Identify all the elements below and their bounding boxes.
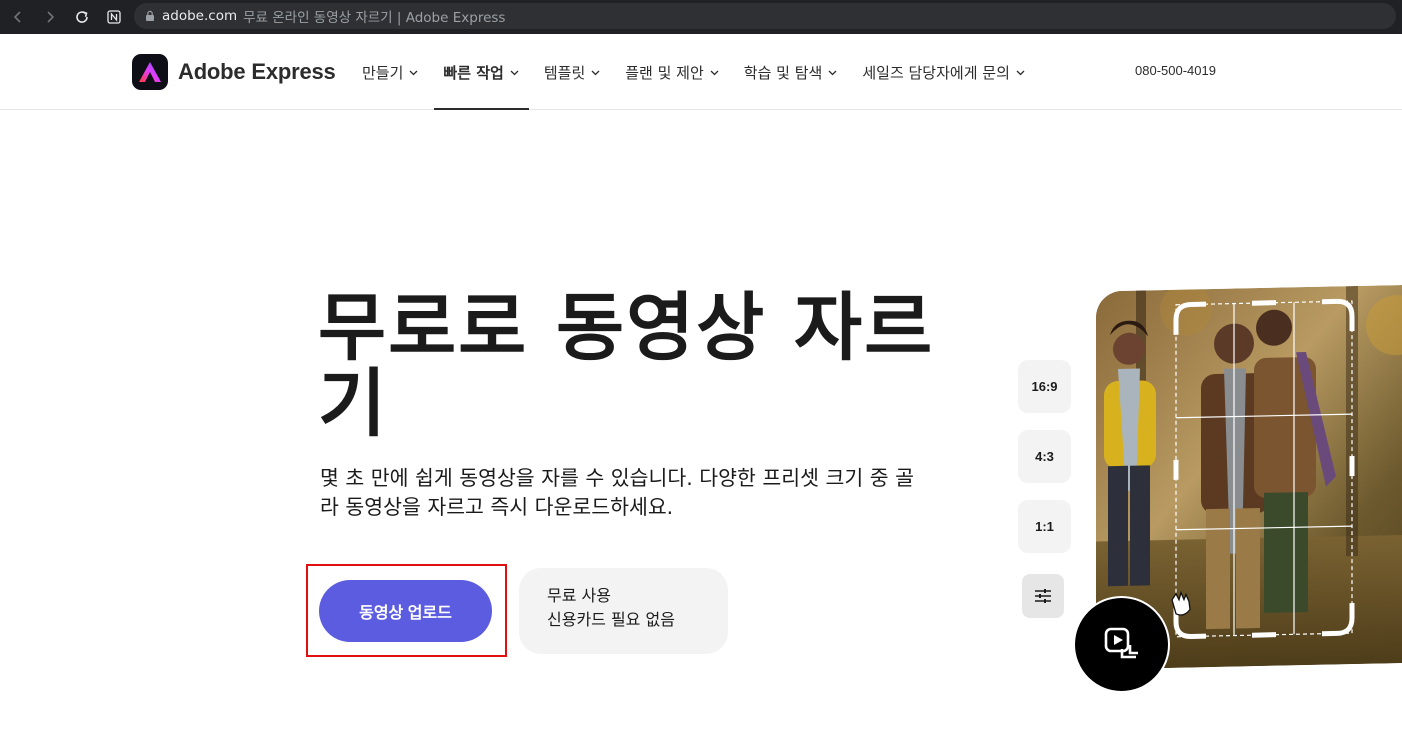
extension-button[interactable] bbox=[100, 3, 128, 31]
free-use-label: 무료 사용 bbox=[547, 586, 611, 605]
free-use-note: 무료 사용 신용카드 필요 없음 bbox=[519, 568, 728, 654]
nav-learn[interactable]: 학습 및 탐색 bbox=[744, 34, 839, 110]
reload-button[interactable] bbox=[68, 3, 96, 31]
nav-templates[interactable]: 템플릿 bbox=[544, 34, 601, 110]
ratio-16-9-button[interactable]: 16:9 bbox=[1018, 360, 1071, 413]
nav-create-label: 만들기 bbox=[362, 63, 404, 82]
nav-contact-sales-label: 세일즈 담당자에게 문의 bbox=[862, 63, 1010, 82]
lock-icon bbox=[146, 10, 154, 21]
page-title: 무료 온라인 동영상 자르기 | Adobe Express bbox=[243, 10, 506, 26]
adobe-express-logo[interactable]: Adobe Express bbox=[132, 54, 336, 90]
hero-title: 무로로 동영상 자르기 bbox=[318, 285, 935, 447]
nav-quick-actions[interactable]: 빠른 작업 bbox=[434, 34, 530, 110]
nav-learn-label: 학습 및 탐색 bbox=[743, 63, 823, 82]
logo-text: Adobe Express bbox=[178, 59, 336, 84]
main-nav: 만들기 빠른 작업 템플릿 플랜 및 제안 학습 및 탐색 세일즈 담당자에게 … bbox=[362, 34, 1050, 110]
forward-icon bbox=[47, 11, 55, 23]
ratio-4-3-button[interactable]: 4:3 bbox=[1018, 430, 1071, 483]
nav-templates-label: 템플릿 bbox=[543, 63, 586, 82]
no-credit-card-label: 신용카드 필요 없음 bbox=[547, 610, 675, 629]
chevron-down-icon bbox=[828, 70, 837, 75]
chevron-down-icon bbox=[591, 70, 600, 75]
forward-button[interactable] bbox=[36, 3, 64, 31]
address-bar[interactable]: adobe.com 무료 온라인 동영상 자르기 | Adobe Express bbox=[134, 3, 1396, 29]
back-button[interactable] bbox=[4, 3, 32, 31]
hero-description: 몇 초 만에 쉽게 동영상을 자를 수 있습니다. 다양한 프리셋 크기 중 골… bbox=[320, 466, 914, 519]
video-crop-button[interactable] bbox=[1073, 596, 1170, 693]
sliders-icon bbox=[1035, 589, 1051, 603]
url-domain: adobe.com bbox=[162, 8, 238, 24]
nav-quick-actions-label: 빠른 작업 bbox=[443, 63, 504, 82]
adobe-express-logo-icon bbox=[132, 54, 168, 90]
back-icon bbox=[13, 11, 21, 23]
chevron-down-icon bbox=[710, 70, 719, 75]
nav-contact-sales[interactable]: 세일즈 담당자에게 문의 bbox=[862, 34, 1026, 110]
chevron-down-icon bbox=[1016, 70, 1025, 75]
nav-plans-label: 플랜 및 제안 bbox=[625, 63, 704, 82]
adjust-button[interactable] bbox=[1022, 574, 1064, 618]
video-crop-icon bbox=[1104, 627, 1138, 658]
upload-video-button[interactable]: 동영상 업로드 bbox=[319, 580, 492, 642]
reload-icon bbox=[76, 11, 88, 23]
nav-plans[interactable]: 플랜 및 제안 bbox=[625, 34, 720, 110]
notion-icon bbox=[107, 10, 121, 24]
ratio-1-1-button[interactable]: 1:1 bbox=[1018, 500, 1071, 553]
nav-create[interactable]: 만들기 bbox=[362, 34, 419, 110]
phone-number[interactable]: 080-500-4019 bbox=[1135, 63, 1216, 78]
site-header: Adobe Express 만들기 빠른 작업 템플릿 플랜 및 제안 학습 및… bbox=[0, 34, 1402, 110]
chevron-down-icon bbox=[409, 70, 418, 75]
chevron-down-icon bbox=[510, 70, 519, 75]
browser-toolbar: adobe.com 무료 온라인 동영상 자르기 | Adobe Express bbox=[0, 0, 1402, 34]
